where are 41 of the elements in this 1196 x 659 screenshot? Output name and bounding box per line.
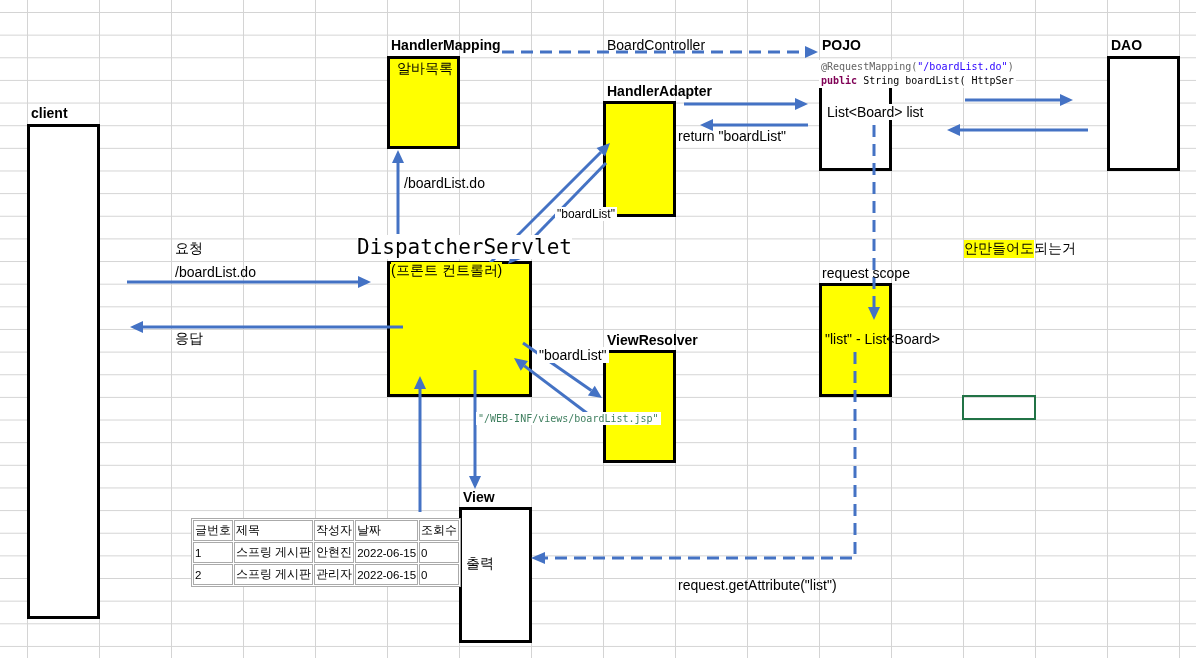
box-title: HandlerAdapter <box>607 83 713 99</box>
table-cell: 2 <box>193 564 233 585</box>
box-title: ViewResolver <box>607 332 698 348</box>
note-text: List<Board> list <box>825 104 926 120</box>
table-cell: 2022-06-15 <box>355 542 419 563</box>
note-text: 요청 <box>175 240 203 258</box>
note-text: 응답 <box>175 330 203 348</box>
header-cell: 제목 <box>234 520 314 541</box>
header-cell: 작성자 <box>314 520 355 541</box>
box-title: DAO <box>1111 37 1143 53</box>
box-title: DispatcherServlet <box>357 235 572 259</box>
table-cell: 2022-06-15 <box>355 564 419 585</box>
note-text: /boardList.do <box>175 264 256 280</box>
table-cell: 스프링 게시판 <box>234 542 314 563</box>
header-cell: 글번호 <box>193 520 233 541</box>
box-text: 출력 <box>466 555 494 573</box>
header-cell: 조회수 <box>419 520 460 541</box>
box-title: request scope <box>822 265 910 281</box>
box-title: client <box>31 105 68 121</box>
note-text: 안만들어도 <box>964 240 1034 258</box>
note-text: BoardController <box>607 37 706 53</box>
note-text: "boardList" <box>555 207 617 221</box>
note-text: "boardList" <box>537 347 609 363</box>
box-title: View <box>463 489 495 505</box>
table-cell: 0 <box>419 564 460 585</box>
table-cell: 안현진 <box>314 542 355 563</box>
table-cell: 1 <box>193 542 233 563</box>
table-cell: 관리자 <box>314 564 355 585</box>
header-cell: 날짜 <box>355 520 419 541</box>
box-text: 알바목록 <box>397 60 453 78</box>
box-text: (프론트 컨트롤러) <box>391 262 503 280</box>
box-title: POJO <box>822 37 861 53</box>
box-title: HandlerMapping <box>391 37 501 53</box>
note-text: /boardList.do <box>404 175 485 191</box>
path-label: "/WEB-INF/views/boardList.jsp" <box>476 412 661 425</box>
table-cell: 0 <box>419 542 460 563</box>
note-text: request.getAttribute("list") <box>678 577 837 593</box>
code-snippet: @RequestMapping("/boardList.do") public String boardList( HttpSer <box>819 60 1016 88</box>
note-text: 되는거 <box>1034 240 1076 258</box>
table-cell: 스프링 게시판 <box>234 564 314 585</box>
note-text: return "boardList" <box>678 128 786 144</box>
